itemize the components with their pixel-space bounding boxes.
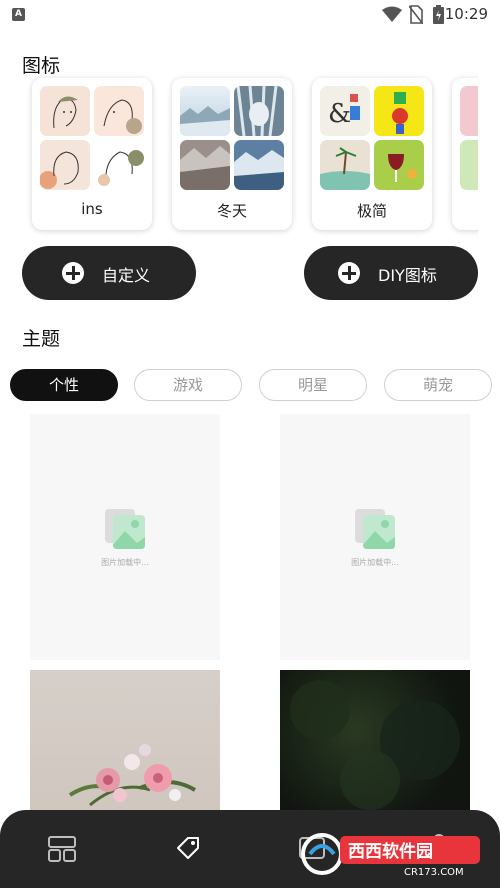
- icon-pack-label: 冬天: [216, 202, 247, 220]
- pack-thumbnail: [234, 140, 284, 190]
- icon-pack-label: ins: [81, 200, 103, 218]
- svg-text:西西软件园: 西西软件园: [348, 841, 433, 862]
- pack-thumbnail: [180, 140, 230, 190]
- pack-thumbnail: [94, 86, 144, 136]
- svg-text:CR173.COM: CR173.COM: [404, 867, 464, 878]
- loading-text: 图片加载中...: [351, 558, 399, 567]
- wifi-icon: [382, 6, 402, 22]
- icon-pack-card-minimal[interactable]: & 极简: [312, 78, 432, 230]
- chip-personality[interactable]: 个性: [10, 369, 118, 401]
- pack-thumbnail: [320, 140, 370, 190]
- pack-thumbnail: &: [320, 86, 370, 136]
- pack-thumbnail: [94, 140, 144, 190]
- theme-card-flowers[interactable]: [30, 670, 220, 820]
- chip-pets[interactable]: 萌宠: [384, 369, 492, 401]
- diy-icon-button-label: DIY图标: [378, 266, 437, 285]
- icon-pack-card-ins[interactable]: ins: [32, 78, 152, 230]
- status-bar: A 10:29: [0, 0, 500, 30]
- chip-celebrities[interactable]: 明星: [259, 369, 367, 401]
- image-placeholder-icon: [355, 509, 395, 549]
- battery-icon: [433, 5, 444, 24]
- tag-icon[interactable]: [174, 834, 202, 862]
- plus-icon: [338, 262, 360, 284]
- loading-text: 图片加载中...: [101, 558, 149, 567]
- image-placeholder-icon: [105, 509, 145, 549]
- no-sim-icon: [409, 5, 423, 24]
- watermark-logo: 西西软件园 CR173.COM: [300, 830, 485, 878]
- pack-thumbnail: [180, 86, 230, 136]
- pack-thumbnail: [40, 86, 90, 136]
- dark-foliage-photo: [290, 680, 460, 810]
- icon-pack-carousel[interactable]: ins 冬天 & 极简: [22, 72, 478, 240]
- svg-text:&: &: [328, 99, 351, 129]
- clock: 10:29: [444, 5, 488, 23]
- theme-card-loading[interactable]: 图片加载中...: [30, 414, 220, 660]
- custom-button-label: 自定义: [102, 266, 151, 285]
- plus-icon: [62, 262, 84, 284]
- theme-card-loading[interactable]: 图片加载中...: [280, 414, 470, 660]
- icon-pack-label: 极简: [356, 202, 387, 220]
- theme-card-dark[interactable]: [280, 670, 470, 820]
- layout-icon[interactable]: [48, 836, 76, 862]
- pack-thumbnail: [40, 140, 90, 190]
- icon-pack-card-partial[interactable]: [452, 78, 478, 230]
- icon-pack-card-winter[interactable]: 冬天: [172, 78, 292, 230]
- pack-thumbnail: [460, 86, 478, 136]
- diy-icon-button[interactable]: DIY图标: [304, 246, 478, 300]
- themes-section-title: 主题: [22, 328, 61, 350]
- pack-thumbnail: [374, 86, 424, 136]
- flower-photo: [68, 744, 197, 807]
- pack-thumbnail: [460, 140, 478, 190]
- custom-button[interactable]: 自定义: [22, 246, 196, 300]
- app-notification-icon: A: [12, 8, 25, 21]
- pack-thumbnail: [374, 140, 424, 190]
- pack-thumbnail: [234, 86, 284, 136]
- chip-games[interactable]: 游戏: [134, 369, 242, 401]
